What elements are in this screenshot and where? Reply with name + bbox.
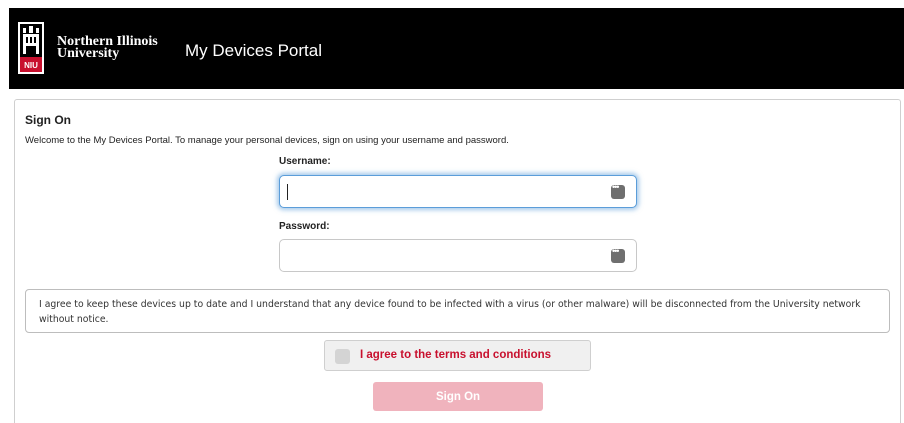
password-label: Password: (279, 221, 330, 232)
university-name: Northern Illinois University (57, 35, 158, 61)
terms-label: I agree to the terms and conditions (360, 349, 552, 361)
signon-panel: Sign On Welcome to the My Devices Portal… (14, 99, 901, 423)
password-manager-icon[interactable] (611, 246, 625, 263)
portal-header: NIU Northern Illinois University My Devi… (9, 8, 904, 89)
niu-logo-icon: NIU (18, 22, 44, 74)
username-field-wrapper (279, 175, 637, 208)
terms-checkbox-button[interactable]: I agree to the terms and conditions (324, 340, 591, 371)
password-field-wrapper (279, 239, 637, 272)
logo-badge: NIU (24, 61, 38, 70)
portal-title: My Devices Portal (185, 41, 322, 60)
welcome-text: Welcome to the My Devices Portal. To man… (25, 135, 509, 146)
username-label: Username: (279, 156, 331, 167)
password-manager-icon[interactable] (611, 182, 625, 199)
university-name-line2: University (57, 46, 120, 61)
signon-heading: Sign On (25, 113, 71, 127)
terms-checkbox[interactable] (335, 349, 350, 364)
signon-button[interactable]: Sign On (373, 382, 543, 411)
agreement-text: I agree to keep these devices up to date… (25, 289, 890, 333)
username-input[interactable] (286, 181, 606, 203)
password-input[interactable] (286, 245, 606, 267)
